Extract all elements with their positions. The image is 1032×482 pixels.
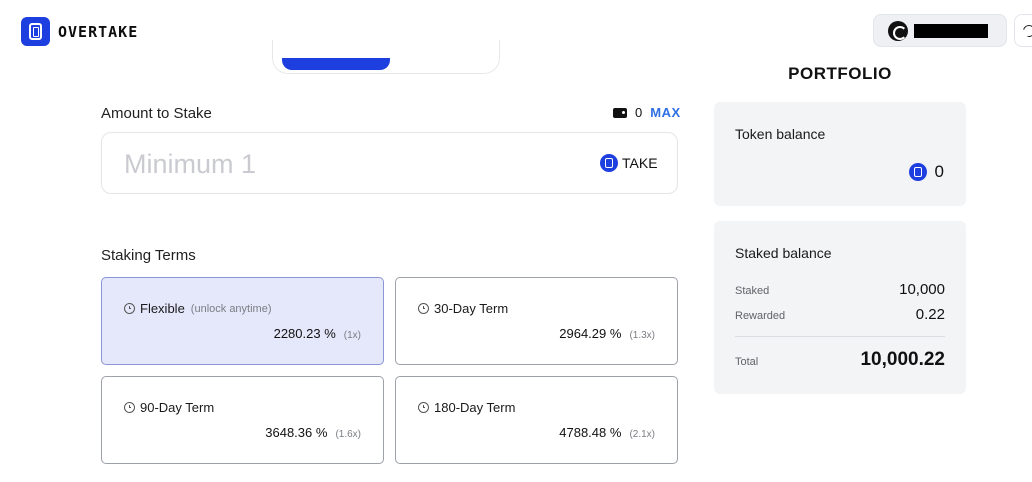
term-multiplier: (1.6x) [335,429,361,440]
total-value: 10,000.22 [860,349,945,370]
staked-label: Staked [735,285,770,297]
amount-input-box: TAKE [101,132,678,194]
token-balance-panel: Token balance 0 [714,102,966,206]
wallet-button[interactable] [873,14,1007,47]
wallet-balance-value: 0 [635,105,643,120]
clock-icon [418,402,429,413]
staked-balance-panel: Staked balance Staked 10,000 Rewarded 0.… [714,221,966,394]
portfolio-title: PORTFOLIO [788,64,892,83]
term-card-180-day[interactable]: 180-Day Term 4788.48 % (2.1x) [395,376,678,464]
term-card-30-day[interactable]: 30-Day Term 2964.29 % (1.3x) [395,277,678,365]
term-title: 90-Day Term [140,400,215,415]
take-token-icon [908,163,927,181]
clock-icon [124,303,135,314]
token-symbol: TAKE [622,155,658,171]
stake-tab-switcher[interactable] [272,40,500,74]
brand-name: OVERTAKE [58,22,139,41]
take-token-icon [600,154,618,172]
rewarded-label: Rewarded [735,310,786,322]
wallet-icon [613,107,627,118]
term-rate: 2964.29 % [559,326,622,341]
term-card-90-day[interactable]: 90-Day Term 3648.36 % (1.6x) [101,376,384,464]
term-rate: 4788.48 % [559,425,622,440]
term-multiplier: (1.3x) [629,330,655,341]
total-label: Total [735,356,759,368]
amount-to-stake-label: Amount to Stake [101,105,212,122]
total-row: Total 10,000.22 [735,349,945,371]
rewarded-value: 0.22 [915,306,945,323]
theme-toggle-button[interactable] [1014,14,1032,47]
token-balance-value: 0 [934,162,944,181]
clock-icon [418,303,429,314]
term-subtitle: (unlock anytime) [190,302,272,315]
staked-value: 10,000 [899,281,945,298]
max-button[interactable]: MAX [650,105,680,120]
term-rate: 3648.36 % [265,425,328,440]
term-title: 180-Day Term [434,400,516,415]
wallet-address-redacted [914,23,988,38]
rewarded-row: Rewarded 0.22 [735,306,945,323]
wallet-brand-icon [888,20,908,41]
brand-logo[interactable]: OVERTAKE [21,17,138,46]
moon-icon [1020,22,1032,39]
divider [735,336,945,337]
staking-terms-label: Staking Terms [101,247,196,264]
term-card-flexible[interactable]: Flexible (unlock anytime) 2280.23 % (1x) [101,277,384,365]
token-tag: TAKE [600,154,658,172]
term-title: 30-Day Term [434,301,509,316]
term-multiplier: (1x) [343,330,361,341]
term-title: Flexible [140,301,185,316]
amount-input[interactable] [124,147,544,181]
wallet-balance-row: 0 MAX [613,105,681,120]
active-tab-indicator [282,58,390,70]
term-rate: 2280.23 % [273,326,336,341]
staked-row: Staked 10,000 [735,281,945,298]
overtake-logo-icon [21,17,50,46]
clock-icon [124,402,135,413]
staked-balance-label: Staked balance [735,245,832,261]
term-multiplier: (2.1x) [629,429,655,440]
token-balance-label: Token balance [735,126,826,142]
